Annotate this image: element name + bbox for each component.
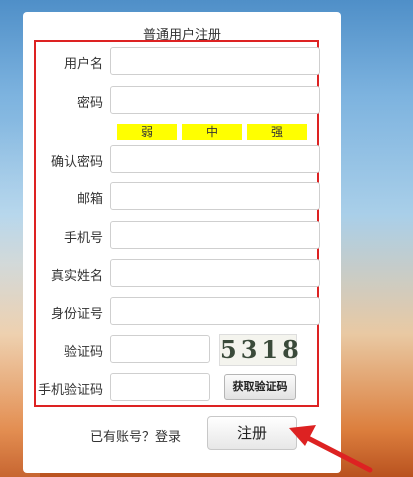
arrow-icon [289, 425, 373, 473]
